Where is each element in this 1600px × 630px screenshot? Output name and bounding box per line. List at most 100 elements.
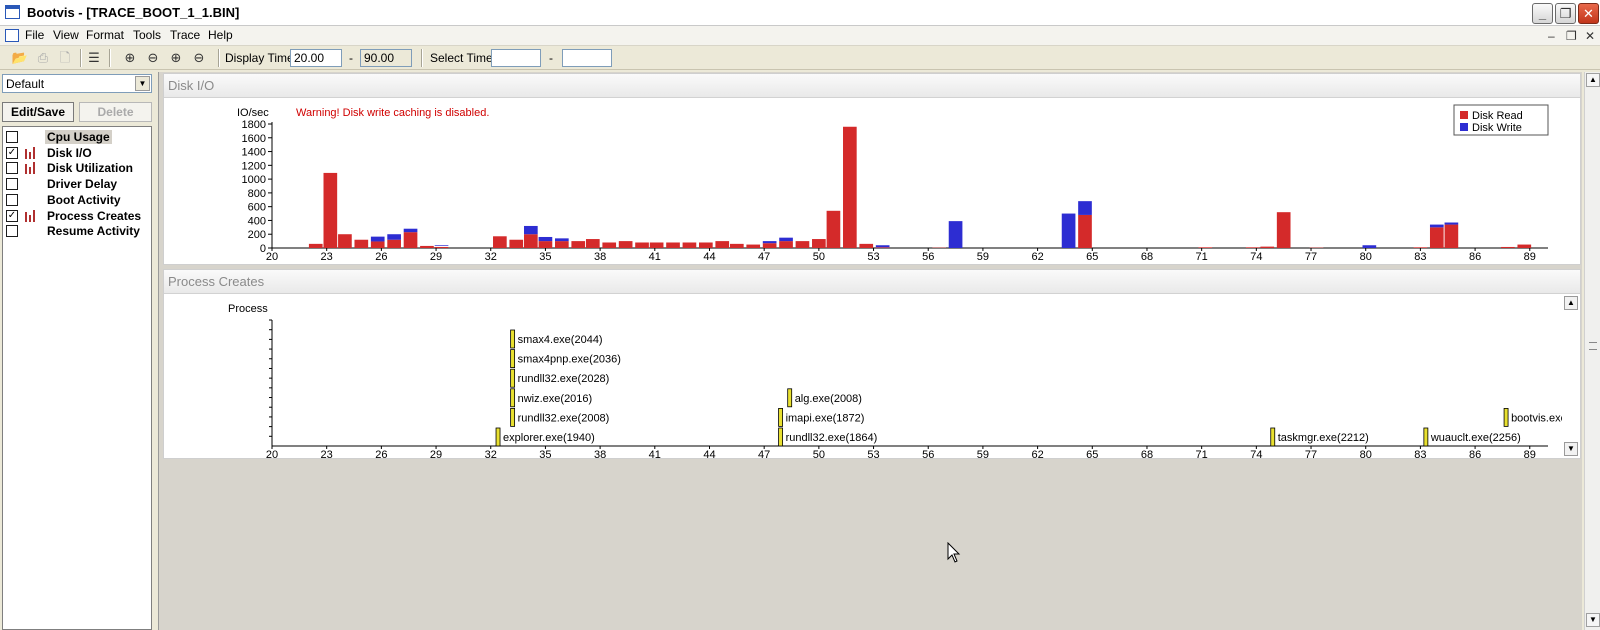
warning-text: Warning! Disk write caching is disabled. <box>296 107 489 119</box>
process-label: rundll32.exe(2028) <box>518 373 610 385</box>
disk-read-bar <box>323 172 338 248</box>
graph-item[interactable]: Resume Activity <box>3 223 151 238</box>
menu-file[interactable]: File <box>25 28 44 42</box>
x-tick-label: 74 <box>1250 251 1262 263</box>
maximize-button[interactable]: ❐ <box>1555 3 1576 24</box>
x-tick-label: 89 <box>1524 449 1536 459</box>
zoom-in-selection-icon[interactable]: ⊕ <box>166 48 186 68</box>
print-icon[interactable]: ⎙ <box>33 48 53 68</box>
open-folder-icon[interactable]: 📂 <box>10 48 30 68</box>
x-tick-label: 53 <box>867 449 879 459</box>
menu-view[interactable]: View <box>53 28 79 42</box>
disk-write-bar <box>554 238 569 242</box>
mdi-minimize-icon[interactable]: – <box>1548 29 1555 43</box>
process-label: alg.exe(2008) <box>795 393 862 405</box>
main-vertical-scrollbar[interactable]: ▲ ▼ <box>1584 72 1600 630</box>
x-tick-label: 38 <box>594 449 606 459</box>
x-tick-label: 44 <box>703 449 715 459</box>
graph-item[interactable]: Disk Utilization <box>3 160 151 175</box>
graph-item[interactable]: Driver Delay <box>3 176 151 191</box>
disk-write-bar <box>403 228 418 233</box>
x-tick-label: 41 <box>649 251 661 263</box>
graph-item[interactable]: ✓ Disk I/O <box>3 145 151 160</box>
process-marker <box>495 427 501 447</box>
graph-checkbox[interactable] <box>6 193 18 206</box>
x-tick-label: 41 <box>649 449 661 459</box>
profile-dropdown[interactable]: Default ▼ <box>2 74 152 93</box>
print-preview-icon[interactable]: 🗋 <box>55 48 75 68</box>
process-label: taskmgr.exe(2212) <box>1278 432 1369 444</box>
dropdown-arrow-icon[interactable]: ▼ <box>135 76 150 91</box>
x-tick-label: 62 <box>1031 251 1043 263</box>
process-creates-chart[interactable]: Process 20 23 26 29 32 35 38 41 44 47 50 53 56 59 62 65 6… <box>164 295 1562 459</box>
app-window-icon[interactable] <box>5 5 20 19</box>
menu-trace[interactable]: Trace <box>170 28 200 42</box>
graph-checkbox[interactable] <box>6 225 18 238</box>
menu-tools[interactable]: Tools <box>133 28 161 42</box>
graph-checkbox[interactable] <box>6 162 18 175</box>
toolbar: 📂 ⎙ 🗋 ☰ ⊕ ⊖ ⊕ ⊖ Display Time - Select Ti… <box>0 46 1600 70</box>
scroll-down-icon[interactable]: ▼ <box>1586 613 1600 627</box>
minimize-button[interactable]: _ <box>1532 3 1553 24</box>
document-icon[interactable] <box>5 29 19 42</box>
x-tick-label: 77 <box>1305 449 1317 459</box>
select-time-from-input[interactable] <box>491 49 541 67</box>
graph-item[interactable]: Boot Activity <box>3 192 151 207</box>
disk-write-bar <box>762 241 777 244</box>
graph-area: Disk I/O IO/sec Warning! Disk write cachi… <box>158 72 1582 630</box>
display-time-from-input[interactable] <box>290 49 342 67</box>
disk-read-bar <box>826 210 841 248</box>
disk-read-bar <box>843 126 857 248</box>
graph-selector-panel: Default ▼ Edit/Save Delete Cpu Usage ✓ Dis… <box>0 72 156 630</box>
disk-io-pane-title: Disk I/O <box>168 78 215 93</box>
disk-write-bar <box>524 225 538 235</box>
y-tick-label: 1400 <box>242 147 266 159</box>
y-tick-label: 1800 <box>242 119 266 131</box>
graph-item-label: Boot Activity <box>47 192 121 207</box>
y-tick-label: 1600 <box>242 133 266 145</box>
graph-checkbox[interactable] <box>6 178 18 191</box>
x-tick-label: 65 <box>1086 251 1098 263</box>
disk-read-bar <box>1260 246 1275 248</box>
x-tick-label: 26 <box>375 449 387 459</box>
zoom-out-icon[interactable]: ⊖ <box>143 48 163 68</box>
disk-write-bar <box>434 245 449 246</box>
graph-checkbox[interactable]: ✓ <box>6 209 18 222</box>
x-tick-label: 86 <box>1469 251 1481 263</box>
disk-write-bar <box>370 236 385 242</box>
scroll-up-icon[interactable]: ▲ <box>1564 296 1578 310</box>
disk-read-bar <box>338 234 352 248</box>
graph-checkbox[interactable] <box>6 131 18 143</box>
mdi-restore-icon[interactable]: ❐ <box>1566 29 1577 43</box>
x-tick-label: 68 <box>1141 449 1153 459</box>
zoom-out-full-icon[interactable]: ⊖ <box>189 48 209 68</box>
process-marker <box>787 388 793 408</box>
disk-write-bar <box>538 236 553 242</box>
graph-item-label: Resume Activity <box>47 224 140 239</box>
process-label: rundll32.exe(2008) <box>518 412 610 424</box>
close-button[interactable]: ✕ <box>1578 3 1599 24</box>
x-tick-label: 80 <box>1360 449 1372 459</box>
zoom-in-icon[interactable]: ⊕ <box>120 48 140 68</box>
scroll-up-icon[interactable]: ▲ <box>1586 73 1600 87</box>
disk-read-bar <box>354 239 369 248</box>
list-view-icon[interactable]: ☰ <box>84 48 104 68</box>
select-time-separator: - <box>549 51 553 65</box>
graph-item-label: Disk Utilization <box>47 161 134 176</box>
mdi-close-icon[interactable]: ✕ <box>1585 29 1595 43</box>
graph-checkbox[interactable]: ✓ <box>6 146 18 159</box>
disk-io-chart[interactable]: IO/sec Warning! Disk write caching is dis… <box>164 99 1580 265</box>
select-time-to-input[interactable] <box>562 49 612 67</box>
x-tick-label: 44 <box>703 251 715 263</box>
menu-help[interactable]: Help <box>208 28 233 42</box>
menu-format[interactable]: Format <box>86 28 124 42</box>
scroll-down-icon[interactable]: ▼ <box>1564 442 1578 456</box>
graph-item[interactable]: Cpu Usage <box>3 129 151 144</box>
edit-save-button[interactable]: Edit/Save <box>2 102 74 122</box>
delete-button[interactable]: Delete <box>79 102 152 122</box>
x-tick-label: 53 <box>867 251 879 263</box>
x-tick-label: 32 <box>485 251 497 263</box>
scroll-grip-icon[interactable] <box>1589 342 1597 350</box>
graph-item[interactable]: ✓ Process Creates <box>3 208 151 223</box>
display-time-to-input[interactable] <box>360 49 412 67</box>
